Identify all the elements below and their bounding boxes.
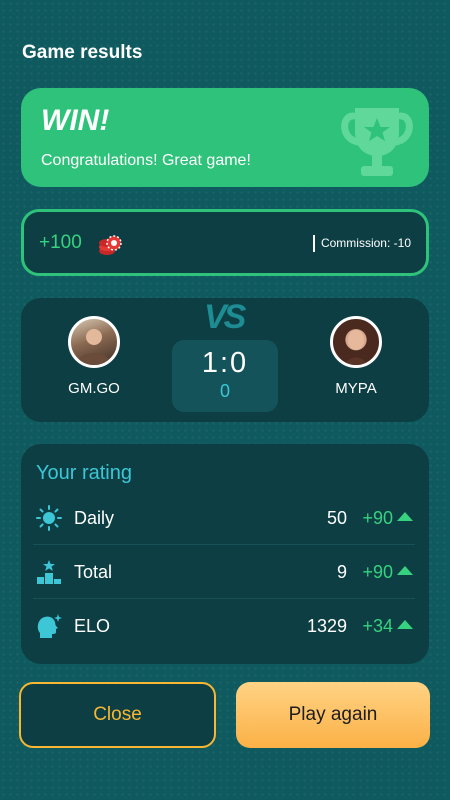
- avatar-left-photo: [77, 329, 111, 365]
- rating-delta: +90: [362, 508, 393, 528]
- sun-icon: [36, 505, 62, 531]
- avatar-left[interactable]: [68, 316, 120, 368]
- head-sparkle-icon: [37, 614, 62, 638]
- rating-row-elo: ELO 1329 +34: [33, 599, 415, 653]
- score-sub: 0: [219, 381, 230, 401]
- close-button[interactable]: Close: [19, 682, 216, 748]
- rating-row-daily: Daily 50 +90: [33, 491, 415, 545]
- win-title: WIN!: [41, 104, 110, 137]
- player-left-name: GM.GO: [68, 380, 120, 397]
- chips-icon: [99, 235, 122, 255]
- score-main: 1:0: [201, 347, 249, 379]
- podium-icon: [37, 560, 61, 584]
- rating-label: Total: [74, 562, 113, 582]
- play-again-button[interactable]: Play again: [236, 682, 430, 748]
- rating-label: Daily: [74, 508, 115, 528]
- avatar-right[interactable]: [330, 316, 382, 368]
- rating-card: Your rating Daily 50 +90 Total 9 +90 ELO…: [21, 444, 429, 664]
- arrow-up-icon: [397, 620, 413, 629]
- score-box: 1:0 0: [172, 340, 278, 412]
- win-message: Congratulations! Great game!: [41, 152, 251, 169]
- rating-delta: +34: [362, 616, 393, 636]
- rating-value: 1329: [306, 616, 347, 636]
- rating-delta: +90: [362, 562, 393, 582]
- reward-card: +100 Commission: -10: [21, 209, 429, 276]
- rating-label: ELO: [74, 616, 111, 636]
- win-banner: WIN! Congratulations! Great game!: [21, 88, 429, 187]
- arrow-up-icon: [397, 566, 413, 575]
- commission-label: Commission: -10: [312, 235, 411, 252]
- reward-amount: +100: [39, 232, 82, 253]
- vs-label: VS: [204, 298, 246, 336]
- rating-value: 50: [326, 508, 347, 528]
- rating-row-total: Total 9 +90: [33, 545, 415, 599]
- match-card: VS GM.GO 1:0 0 MYPA: [21, 298, 429, 422]
- arrow-up-icon: [397, 512, 413, 521]
- rating-value: 9: [336, 562, 347, 582]
- rating-title: Your rating: [36, 462, 132, 484]
- player-right-name: MYPA: [335, 380, 377, 397]
- avatar-right-photo: [346, 330, 366, 365]
- page-title: Game results: [22, 42, 143, 63]
- trophy-icon: [341, 108, 413, 176]
